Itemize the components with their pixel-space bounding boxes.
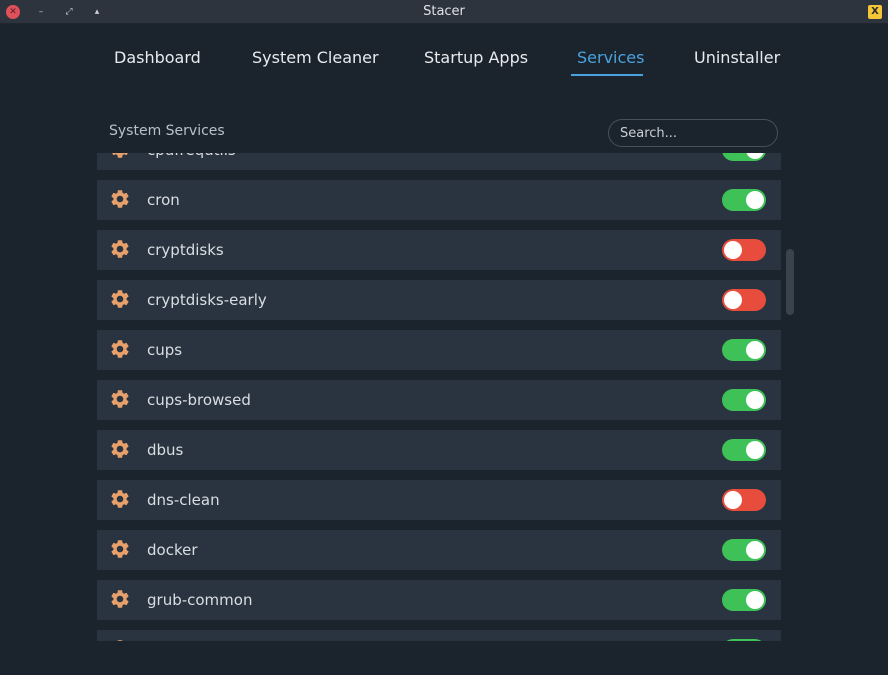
tab-system-cleaner[interactable]: System Cleaner bbox=[252, 48, 379, 67]
toggle-knob bbox=[746, 541, 764, 559]
service-toggle[interactable] bbox=[722, 489, 766, 511]
toggle-knob bbox=[724, 491, 742, 509]
window-titlebar: ✕ – ⤢ ▴ Stacer X bbox=[0, 0, 888, 24]
toggle-knob bbox=[746, 441, 764, 459]
service-toggle[interactable] bbox=[722, 389, 766, 411]
service-name: grub-common bbox=[147, 591, 253, 609]
service-row: cron bbox=[97, 180, 781, 220]
toggle-knob bbox=[746, 191, 764, 209]
service-row: cryptdisks-early bbox=[97, 280, 781, 320]
gear-icon bbox=[109, 638, 131, 641]
toggle-knob bbox=[746, 391, 764, 409]
section-title: System Services bbox=[109, 123, 225, 139]
service-row: cups-browsed bbox=[97, 380, 781, 420]
gear-icon bbox=[109, 538, 131, 560]
toggle-knob bbox=[746, 341, 764, 359]
main-tab-bar: Dashboard System Cleaner Startup Apps Se… bbox=[0, 24, 888, 84]
list-scrollbar[interactable] bbox=[785, 153, 795, 641]
tab-startup-apps[interactable]: Startup Apps bbox=[424, 48, 528, 67]
tab-services[interactable]: Services bbox=[577, 48, 644, 67]
gear-icon bbox=[109, 488, 131, 510]
service-toggle[interactable] bbox=[722, 239, 766, 261]
gear-icon bbox=[109, 153, 131, 160]
active-tab-indicator bbox=[571, 74, 643, 76]
service-name: dbus bbox=[147, 441, 184, 459]
gear-icon bbox=[109, 338, 131, 360]
toggle-knob bbox=[724, 241, 742, 259]
toggle-knob bbox=[746, 591, 764, 609]
service-toggle[interactable] bbox=[722, 639, 766, 641]
service-toggle[interactable] bbox=[722, 289, 766, 311]
service-name: cups-browsed bbox=[147, 391, 251, 409]
gear-icon bbox=[109, 588, 131, 610]
gear-icon bbox=[109, 188, 131, 210]
service-row: cups bbox=[97, 330, 781, 370]
service-name: cryptdisks-early bbox=[147, 291, 267, 309]
service-name: dns-clean bbox=[147, 491, 220, 509]
app-menu-icon[interactable]: X bbox=[868, 5, 882, 19]
service-row: cpufrequtils bbox=[97, 153, 781, 170]
service-row: cryptdisks bbox=[97, 230, 781, 270]
scrollbar-thumb[interactable] bbox=[786, 249, 794, 315]
search-input[interactable] bbox=[608, 119, 778, 147]
gear-icon bbox=[109, 238, 131, 260]
service-row: docker bbox=[97, 530, 781, 570]
service-row: dns-clean bbox=[97, 480, 781, 520]
service-name: cpufrequtils bbox=[147, 153, 236, 159]
service-name: cryptdisks bbox=[147, 241, 224, 259]
services-list: cpufrequtils cron cryptdisks cryptdisks-ear… bbox=[97, 153, 781, 641]
service-toggle[interactable] bbox=[722, 339, 766, 361]
window-title: Stacer bbox=[423, 4, 465, 19]
service-name: cron bbox=[147, 191, 180, 209]
service-toggle[interactable] bbox=[722, 153, 766, 161]
toggle-knob bbox=[724, 291, 742, 309]
service-name: cups bbox=[147, 341, 183, 359]
service-row bbox=[97, 630, 781, 641]
service-row: grub-common bbox=[97, 580, 781, 620]
gear-icon bbox=[109, 438, 131, 460]
gear-icon bbox=[109, 288, 131, 310]
service-toggle[interactable] bbox=[722, 589, 766, 611]
toggle-knob bbox=[746, 153, 764, 159]
service-toggle[interactable] bbox=[722, 189, 766, 211]
service-toggle[interactable] bbox=[722, 439, 766, 461]
gear-icon bbox=[109, 388, 131, 410]
service-row: dbus bbox=[97, 430, 781, 470]
tab-uninstaller[interactable]: Uninstaller bbox=[694, 48, 780, 67]
service-name: docker bbox=[147, 541, 198, 559]
tab-dashboard[interactable]: Dashboard bbox=[114, 48, 201, 67]
service-toggle[interactable] bbox=[722, 539, 766, 561]
